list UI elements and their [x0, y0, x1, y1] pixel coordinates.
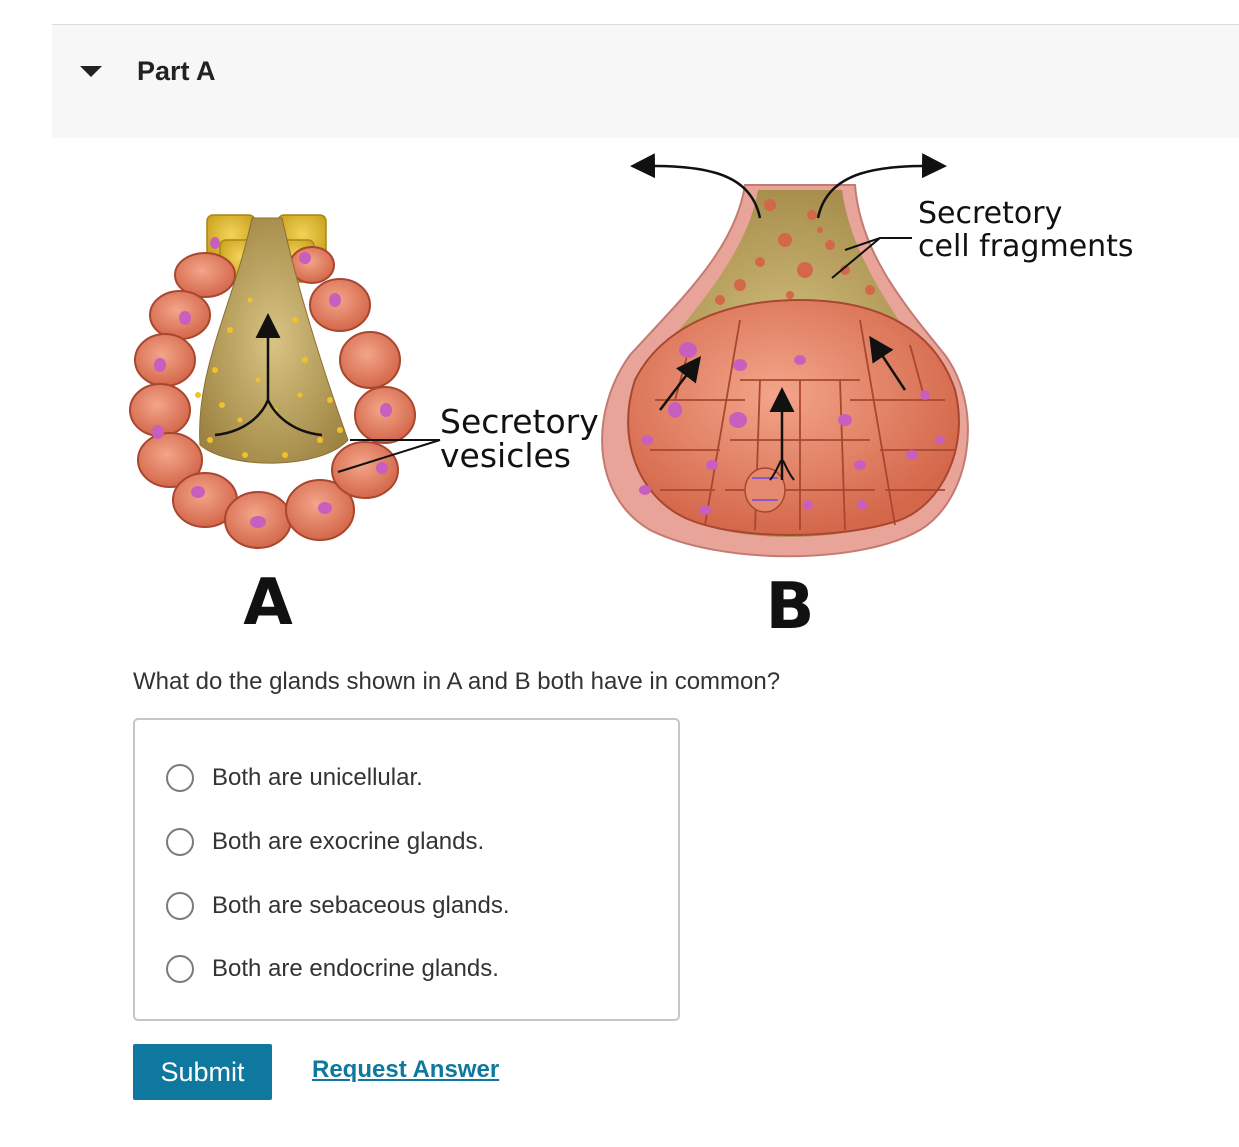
option-label: Both are unicellular.	[212, 764, 423, 791]
radio-button-icon[interactable]	[166, 955, 194, 983]
option-unicellular[interactable]: Both are unicellular.	[166, 761, 423, 795]
radio-button-icon[interactable]	[166, 828, 194, 856]
radio-button-icon[interactable]	[166, 764, 194, 792]
answer-options: Both are unicellular. Both are exocrine …	[133, 718, 680, 1021]
callout-fragments-line1: Secretory	[918, 196, 1062, 231]
gland-illustration: Secretory vesicles A Secretory cell frag…	[129, 153, 1134, 640]
option-label: Both are exocrine glands.	[212, 828, 485, 855]
option-label: Both are sebaceous glands.	[212, 892, 510, 919]
option-endocrine[interactable]: Both are endocrine glands.	[166, 952, 499, 986]
question-text: What do the glands shown in A and B both…	[133, 668, 781, 695]
submit-button[interactable]: Submit	[133, 1044, 272, 1100]
part-title: Part A	[137, 56, 216, 86]
gland-a	[129, 214, 441, 549]
callout-vesicles-line2: vesicles	[440, 436, 571, 475]
option-label: Both are endocrine glands.	[212, 955, 499, 982]
callout-fragments-line2: cell fragments	[918, 229, 1134, 264]
option-exocrine[interactable]: Both are exocrine glands.	[166, 825, 484, 859]
part-header	[52, 25, 1239, 138]
label-b: B	[766, 570, 815, 640]
option-sebaceous[interactable]: Both are sebaceous glands.	[166, 889, 510, 923]
gland-b	[601, 153, 969, 558]
radio-button-icon[interactable]	[166, 892, 194, 920]
request-answer-link[interactable]: Request Answer	[312, 1056, 499, 1084]
collapse-caret-icon[interactable]	[80, 66, 102, 77]
label-a: A	[243, 566, 293, 640]
